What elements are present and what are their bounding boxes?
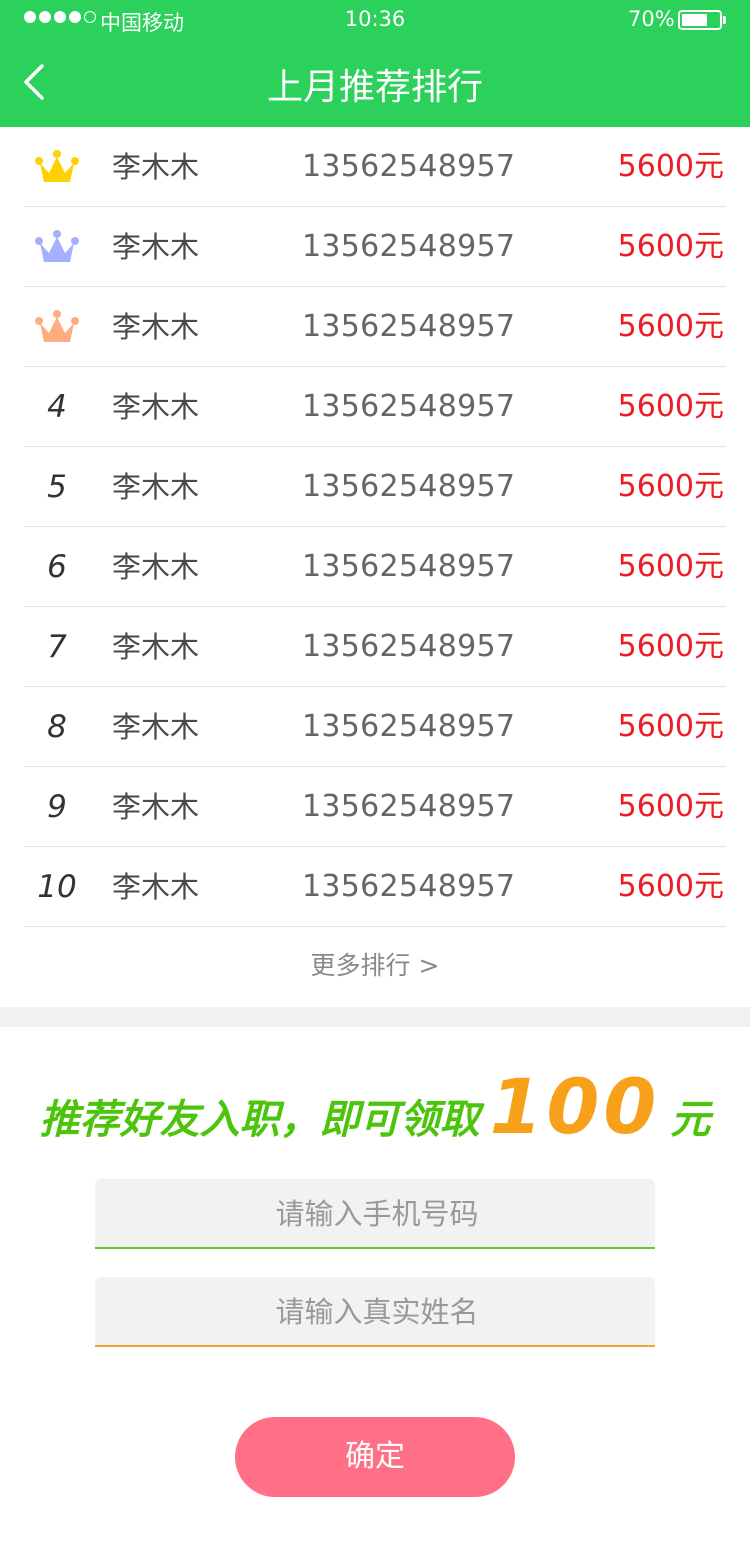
page-title: 上月推荐排行: [266, 67, 483, 108]
reward-amount: 5600元: [617, 709, 724, 744]
phone-field: [95, 1179, 659, 1249]
recommender-name: 李木木: [112, 230, 200, 264]
confirm-button[interactable]: 确定: [235, 1417, 515, 1497]
recommender-phone: 13562548957: [302, 229, 516, 264]
recommender-name: 李木木: [112, 550, 200, 584]
recommender-phone: 13562548957: [302, 629, 516, 664]
recommender-phone: 13562548957: [302, 709, 516, 744]
recommender-name: 李木木: [112, 710, 200, 744]
reward-amount: 5600元: [617, 149, 724, 184]
ranking-row[interactable]: 李木木 13562548957 5600元: [0, 127, 750, 207]
ranking-row[interactable]: 8 李木木 13562548957 5600元: [0, 687, 750, 767]
ranking-row[interactable]: 李木木 13562548957 5600元: [0, 207, 750, 287]
rank-number: 4: [47, 389, 67, 425]
recommender-name: 李木木: [112, 310, 200, 344]
recommender-name: 李木木: [112, 870, 200, 904]
recommender-phone: 13562548957: [302, 309, 516, 344]
recommender-name: 李木木: [112, 470, 200, 504]
name-input[interactable]: [95, 1277, 659, 1347]
promo-amount: 100: [489, 1062, 661, 1151]
promo-banner: 推荐好友入职，即可领取 100 元: [0, 1062, 750, 1151]
rank-badge: [24, 287, 90, 367]
recommender-name: 李木木: [112, 790, 200, 824]
reward-amount: 5600元: [617, 549, 724, 584]
rank-badge: [24, 127, 90, 207]
recommender-phone: 13562548957: [302, 469, 516, 504]
ranking-row[interactable]: 7 李木木 13562548957 5600元: [0, 607, 750, 687]
rank-number: 6: [47, 549, 67, 585]
reward-amount: 5600元: [617, 629, 724, 664]
section-divider: [0, 1007, 750, 1027]
reward-amount: 5600元: [617, 789, 724, 824]
phone-input[interactable]: [95, 1179, 659, 1249]
ranking-row[interactable]: 6 李木木 13562548957 5600元: [0, 527, 750, 607]
reward-amount: 5600元: [617, 309, 724, 344]
rank-number: 10: [37, 869, 77, 905]
rank-number: 5: [47, 469, 67, 505]
recommender-name: 李木木: [112, 390, 200, 424]
reward-amount: 5600元: [617, 389, 724, 424]
status-bar: 中国移动 10:36 70%: [0, 0, 750, 40]
recommender-phone: 13562548957: [302, 149, 516, 184]
reward-amount: 5600元: [617, 869, 724, 904]
battery-percent: 70%: [628, 7, 675, 31]
ranking-row[interactable]: 4 李木木 13562548957 5600元: [0, 367, 750, 447]
rank-number: 9: [47, 789, 67, 825]
recommender-phone: 13562548957: [302, 789, 516, 824]
promo-unit: 元: [670, 1097, 711, 1143]
recommender-phone: 13562548957: [302, 389, 516, 424]
promo-text: 推荐好友入职，即可领取: [39, 1097, 480, 1143]
recommender-phone: 13562548957: [302, 549, 516, 584]
ranking-row[interactable]: 李木木 13562548957 5600元: [0, 287, 750, 367]
rank-number: 7: [47, 629, 67, 665]
top-bar: 中国移动 10:36 70% 上月推荐排行: [0, 0, 750, 127]
ranking-row[interactable]: 10 李木木 13562548957 5600元: [0, 847, 750, 927]
reward-amount: 5600元: [617, 469, 724, 504]
more-ranking-link[interactable]: 更多排行 >: [0, 946, 750, 982]
ranking-row[interactable]: 5 李木木 13562548957 5600元: [0, 447, 750, 527]
rank-number: 8: [47, 709, 67, 745]
ranking-list: 李木木 13562548957 5600元 李木木 13562548957 56…: [0, 127, 750, 927]
recommender-name: 李木木: [112, 150, 200, 184]
rank-badge: [24, 207, 90, 287]
ranking-row[interactable]: 9 李木木 13562548957 5600元: [0, 767, 750, 847]
name-field: [95, 1277, 659, 1347]
reward-amount: 5600元: [617, 229, 724, 264]
recommender-name: 李木木: [112, 630, 200, 664]
crown-gold-icon: [35, 150, 79, 182]
crown-silver-icon: [35, 230, 79, 262]
recommender-phone: 13562548957: [302, 869, 516, 904]
battery-icon: [678, 10, 722, 30]
crown-bronze-icon: [35, 310, 79, 342]
